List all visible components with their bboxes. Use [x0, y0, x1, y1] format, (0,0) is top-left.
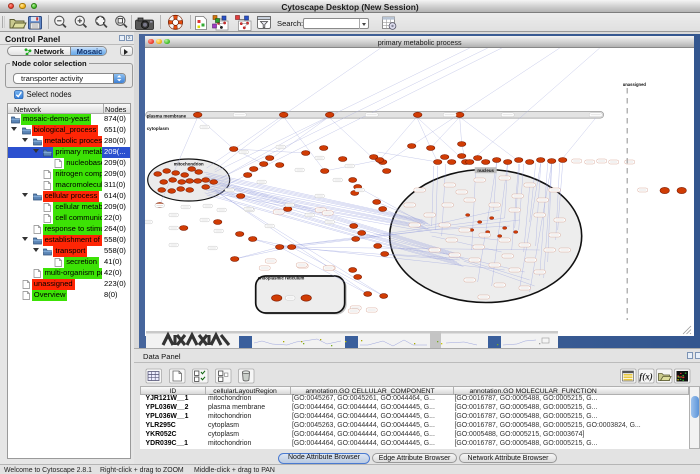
svg-text:f(x): f(x): [639, 372, 653, 382]
